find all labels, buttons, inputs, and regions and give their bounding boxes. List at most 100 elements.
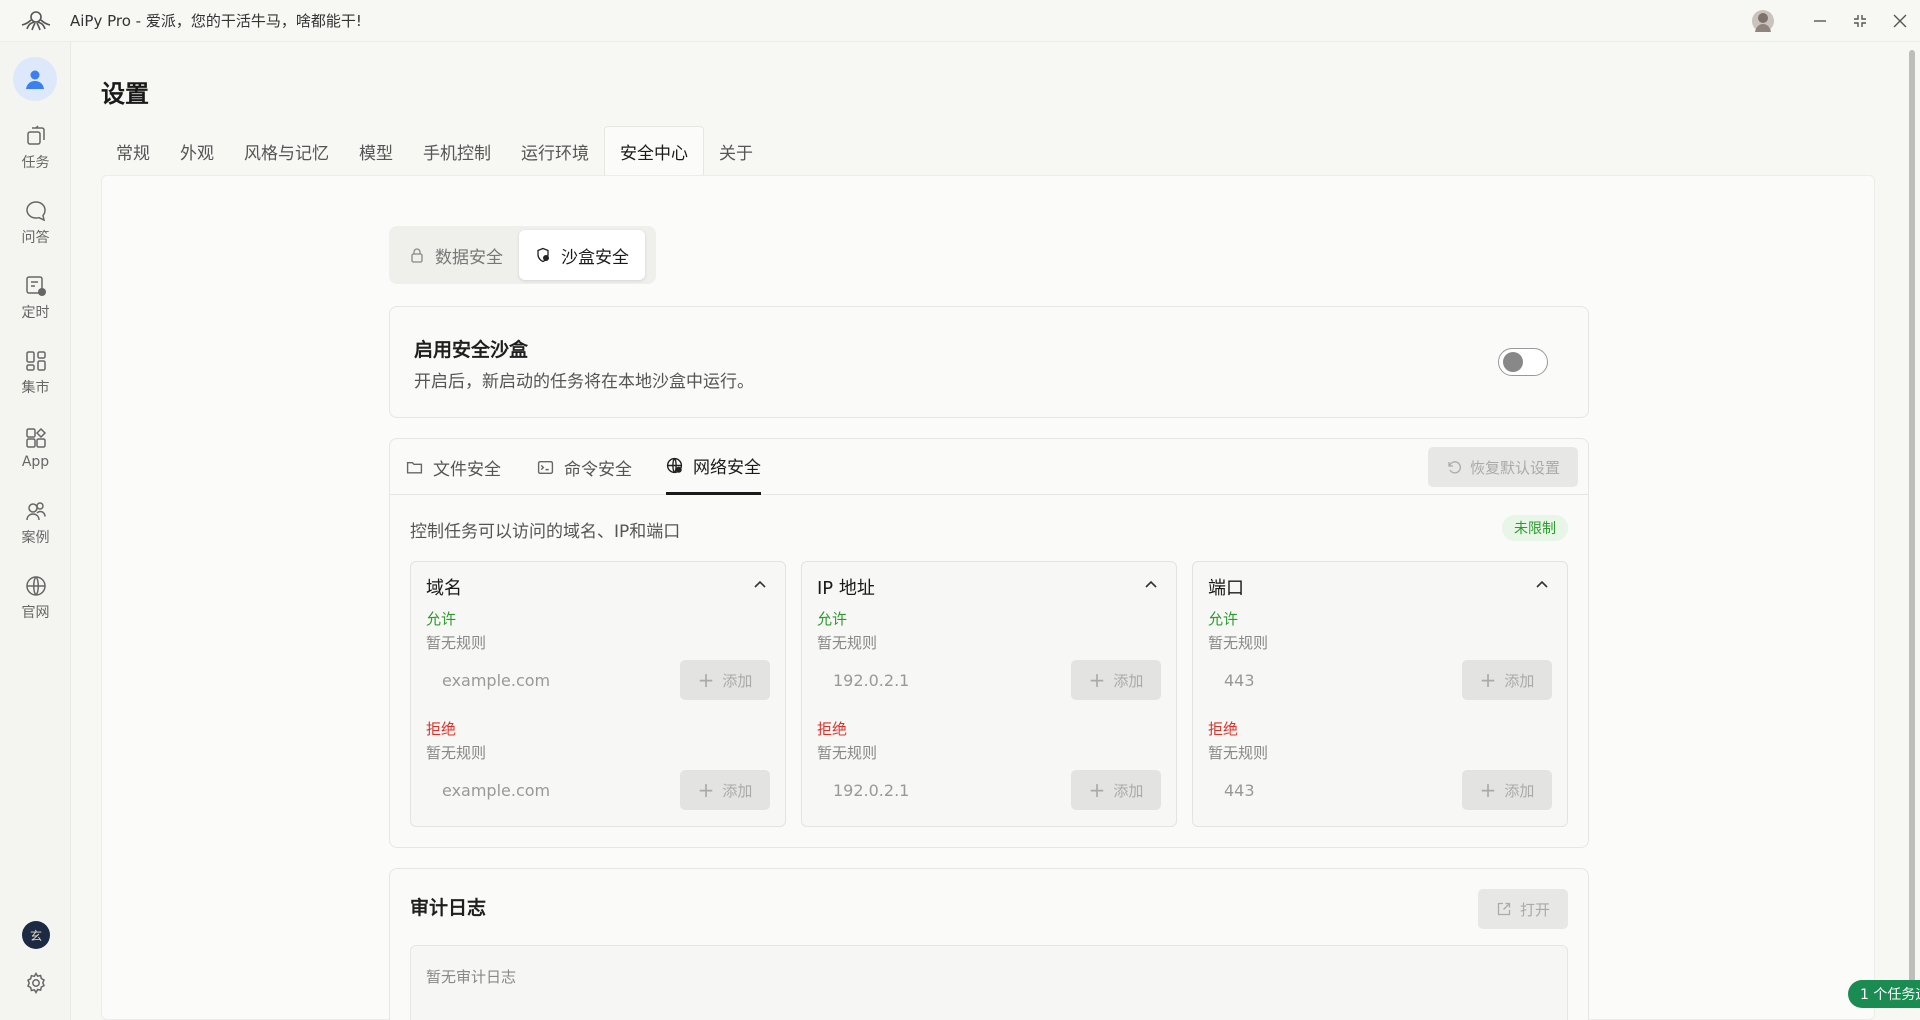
deny-rule-input[interactable]: example.com — [426, 770, 661, 810]
tab-command-security[interactable]: 命令安全 — [537, 439, 632, 495]
plus-icon: + — [697, 778, 715, 802]
chevron-up-icon[interactable] — [1142, 576, 1160, 594]
security-segmented-control: 数据安全 沙盒安全 — [389, 226, 656, 284]
sidebar-item-market[interactable]: 集市 — [0, 339, 71, 407]
add-deny-rule-button[interactable]: + 添加 — [1462, 770, 1552, 810]
close-button[interactable] — [1880, 0, 1920, 42]
settings-tabs: 常规 外观 风格与记忆 模型 手机控制 运行环境 安全中心 关于 — [101, 126, 768, 176]
status-badge: 未限制 — [1502, 515, 1568, 541]
deny-rule-input[interactable]: 192.0.2.1 — [817, 770, 1052, 810]
globe-icon — [666, 457, 683, 474]
deny-label: 拒绝 — [1208, 720, 1239, 738]
sidebar-item-label: 案例 — [21, 530, 50, 546]
allow-label: 允许 — [426, 610, 457, 628]
rule-group-port: 端口 允许 暂无规则 443 + 添加 拒绝 暂无规则 443 + 添加 — [1192, 561, 1568, 827]
deny-rule-input[interactable]: 443 — [1208, 770, 1443, 810]
sidebar-item-chat[interactable]: 问答 — [0, 189, 71, 257]
add-deny-rule-button[interactable]: + 添加 — [1071, 770, 1161, 810]
sidebar-item-label: 集市 — [21, 380, 50, 396]
fullscreen-button[interactable] — [1840, 0, 1880, 42]
tab-style-memory[interactable]: 风格与记忆 — [229, 126, 344, 176]
tab-model[interactable]: 模型 — [344, 126, 408, 176]
settings-gear-icon[interactable] — [24, 971, 48, 995]
toggle-knob — [1503, 352, 1523, 372]
title-bar: AiPy Pro - 爱派，您的干活牛马，啥都能干! — [0, 0, 1920, 42]
deny-label: 拒绝 — [426, 720, 457, 738]
sidebar-item-cases[interactable]: 案例 — [0, 489, 71, 557]
allow-label: 允许 — [1208, 610, 1239, 628]
schedule-icon — [25, 276, 46, 296]
sidebar-item-app[interactable]: App — [0, 414, 71, 482]
allow-rule-input[interactable]: 443 — [1208, 660, 1443, 700]
website-icon — [25, 576, 46, 596]
tab-appearance[interactable]: 外观 — [165, 126, 229, 176]
page-scrollbar[interactable] — [1908, 44, 1916, 1004]
tab-network-security[interactable]: 网络安全 — [666, 439, 761, 495]
chevron-up-icon[interactable] — [751, 576, 769, 594]
cases-icon — [25, 502, 46, 521]
tab-phone-control[interactable]: 手机控制 — [408, 126, 506, 176]
sidebar-item-label: 问答 — [21, 230, 50, 246]
add-allow-rule-button[interactable]: + 添加 — [1071, 660, 1161, 700]
aipy-logo-icon — [18, 9, 54, 33]
tab-file-security[interactable]: 文件安全 — [406, 439, 501, 495]
chevron-up-icon[interactable] — [1533, 576, 1551, 594]
allow-rule-input[interactable]: example.com — [426, 660, 661, 700]
tab-runtime[interactable]: 运行环境 — [506, 126, 604, 176]
tab-security-center[interactable]: 安全中心 — [604, 126, 704, 176]
brand-badge-icon[interactable]: 玄 — [22, 921, 50, 949]
restore-defaults-button[interactable]: 恢复默认设置 — [1428, 447, 1578, 487]
sidebar-item-schedule[interactable]: 定时 — [0, 264, 71, 332]
sandbox-rules-card: 文件安全 命令安全 网络安全 恢复默认设置 控制任务可以访问的域名、IP和端口 … — [389, 438, 1589, 848]
open-audit-log-button[interactable]: 打开 — [1478, 889, 1568, 929]
window-title: AiPy Pro - 爱派，您的干活牛马，啥都能干! — [70, 12, 362, 30]
sidebar-item-label: App — [21, 454, 50, 470]
sidebar-item-label: 定时 — [21, 305, 50, 321]
app-icon — [25, 427, 46, 448]
empty-rules-label: 暂无规则 — [817, 634, 878, 652]
empty-rules-label: 暂无规则 — [1208, 744, 1269, 762]
segment-sandbox-security[interactable]: 沙盒安全 — [519, 230, 645, 280]
rule-group-domain: 域名 允许 暂无规则 example.com + 添加 拒绝 暂无规则 examp… — [410, 561, 786, 827]
external-link-icon — [1497, 902, 1511, 916]
rule-group-title: 端口 — [1208, 578, 1244, 599]
rule-group-ip: IP 地址 允许 暂无规则 192.0.2.1 + 添加 拒绝 暂无规则 192.… — [801, 561, 1177, 827]
allow-label: 允许 — [817, 610, 848, 628]
scrollbar-thumb[interactable] — [1909, 50, 1915, 1000]
sandbox-enable-description: 开启后，新启动的任务将在本地沙盒中运行。 — [414, 372, 754, 392]
user-avatar[interactable] — [13, 57, 57, 101]
audit-log-list: 暂无审计日志 — [410, 945, 1568, 1020]
sidebar-item-label: 官网 — [21, 605, 50, 621]
plus-icon: + — [1479, 668, 1497, 692]
sandbox-enable-card: 启用安全沙盒 开启后，新启动的任务将在本地沙盒中运行。 — [389, 306, 1589, 418]
minimize-button[interactable] — [1800, 0, 1840, 42]
sandbox-toggle[interactable] — [1498, 348, 1548, 376]
lock-icon — [411, 248, 423, 263]
add-allow-rule-button[interactable]: + 添加 — [680, 660, 770, 700]
account-avatar[interactable] — [1752, 10, 1774, 32]
sidebar-item-website[interactable]: 官网 — [0, 564, 71, 632]
sandbox-sub-tabs: 文件安全 命令安全 网络安全 恢复默认设置 — [390, 439, 1588, 495]
deny-label: 拒绝 — [817, 720, 848, 738]
sandbox-shield-icon — [537, 247, 549, 263]
tab-about[interactable]: 关于 — [704, 126, 768, 176]
market-icon — [25, 351, 46, 371]
chat-icon — [25, 201, 46, 222]
folder-icon — [406, 461, 423, 474]
undo-icon — [1448, 461, 1461, 474]
sidebar-item-label: 任务 — [21, 155, 50, 171]
tasks-icon — [26, 125, 45, 145]
tab-general[interactable]: 常规 — [101, 126, 165, 176]
add-deny-rule-button[interactable]: + 添加 — [680, 770, 770, 810]
running-tasks-indicator[interactable]: 1 个任务运行 — [1848, 980, 1920, 1008]
plus-icon: + — [1479, 778, 1497, 802]
sidebar: 任务 问答 定时 集市 App 案例 官网 玄 — [0, 42, 71, 1020]
add-allow-rule-button[interactable]: + 添加 — [1462, 660, 1552, 700]
rule-group-title: 域名 — [426, 578, 462, 599]
sidebar-item-tasks[interactable]: 任务 — [0, 114, 71, 182]
plus-icon: + — [697, 668, 715, 692]
audit-log-card: 审计日志 打开 暂无审计日志 — [389, 868, 1589, 1020]
empty-rules-label: 暂无规则 — [426, 744, 487, 762]
segment-data-security[interactable]: 数据安全 — [393, 230, 519, 280]
allow-rule-input[interactable]: 192.0.2.1 — [817, 660, 1052, 700]
